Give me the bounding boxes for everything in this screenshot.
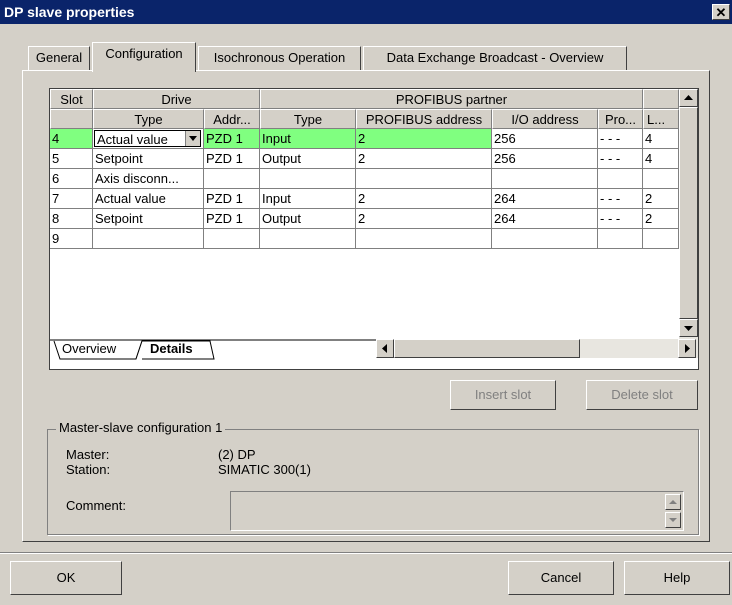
- comment-scroll-up-icon[interactable]: [665, 494, 681, 510]
- cell-profibus[interactable]: 2: [356, 189, 492, 209]
- cell-io[interactable]: [492, 169, 598, 189]
- sheet-tab-overview[interactable]: Overview: [62, 341, 116, 356]
- title-bar[interactable]: DP slave properties ✕: [0, 0, 732, 24]
- cell-drive-type[interactable]: Setpoint: [93, 149, 204, 169]
- cell-addr[interactable]: PZD 1: [204, 209, 260, 229]
- col-io-address[interactable]: I/O address: [492, 109, 598, 129]
- cell-addr[interactable]: PZD 1: [204, 149, 260, 169]
- cell-length[interactable]: 4: [643, 149, 679, 169]
- cancel-button[interactable]: Cancel: [508, 561, 614, 595]
- cell-length[interactable]: [643, 229, 679, 249]
- cell-length[interactable]: [643, 169, 679, 189]
- header-profibus-partner: PROFIBUS partner: [260, 89, 643, 109]
- window-title: DP slave properties: [4, 4, 135, 20]
- cell-type[interactable]: Output: [260, 149, 356, 169]
- cell-type[interactable]: [260, 169, 356, 189]
- scroll-down-icon[interactable]: [679, 319, 698, 337]
- cell-drive-type[interactable]: Axis disconn...: [93, 169, 204, 189]
- scroll-up-icon[interactable]: [679, 89, 698, 107]
- chevron-down-icon[interactable]: [185, 131, 200, 146]
- cell-profibus[interactable]: [356, 169, 492, 189]
- master-label: Master:: [66, 447, 110, 462]
- cell-slot[interactable]: 5: [50, 149, 93, 169]
- cell-profibus[interactable]: 2: [356, 129, 492, 149]
- sheet-tab-details[interactable]: Details: [150, 341, 193, 356]
- cell-pro[interactable]: - - -: [598, 189, 643, 209]
- cell-pro[interactable]: - - -: [598, 149, 643, 169]
- header-slot-blank: [50, 109, 93, 129]
- header-slot: Slot: [50, 89, 93, 109]
- header-drive: Drive: [93, 89, 260, 109]
- dropdown-value: Actual value: [97, 132, 168, 147]
- delete-slot-button[interactable]: Delete slot: [586, 380, 698, 410]
- cell-addr[interactable]: [204, 229, 260, 249]
- cell-slot[interactable]: 8: [50, 209, 93, 229]
- cell-drive-type[interactable]: Actual value: [93, 189, 204, 209]
- ok-button[interactable]: OK: [10, 561, 122, 595]
- vertical-scroll-thumb[interactable]: [679, 107, 698, 319]
- tab-data-exchange-broadcast[interactable]: Data Exchange Broadcast - Overview: [363, 46, 627, 70]
- master-value: (2) DP: [218, 447, 256, 462]
- cell-profibus[interactable]: 2: [356, 209, 492, 229]
- cell-addr[interactable]: PZD 1: [204, 189, 260, 209]
- vertical-scrollbar[interactable]: [679, 89, 698, 351]
- col-type[interactable]: Type: [260, 109, 356, 129]
- tab-configuration[interactable]: Configuration: [92, 42, 196, 72]
- cell-pro[interactable]: [598, 169, 643, 189]
- comment-label: Comment:: [66, 498, 126, 513]
- cell-type[interactable]: [260, 229, 356, 249]
- close-icon[interactable]: ✕: [712, 4, 730, 20]
- cell-length[interactable]: 2: [643, 189, 679, 209]
- footer-separator: [0, 552, 732, 554]
- col-addr[interactable]: Addr...: [204, 109, 260, 129]
- tab-general[interactable]: General: [28, 46, 90, 70]
- scroll-right-icon[interactable]: [678, 339, 696, 358]
- cell-type[interactable]: Input: [260, 189, 356, 209]
- insert-slot-button[interactable]: Insert slot: [450, 380, 556, 410]
- comment-scroll-down-icon[interactable]: [665, 512, 681, 528]
- cell-addr[interactable]: PZD 1: [204, 129, 260, 149]
- comment-field[interactable]: [230, 491, 684, 531]
- cell-io[interactable]: [492, 229, 598, 249]
- station-label: Station:: [66, 462, 111, 477]
- col-length[interactable]: L...: [643, 109, 679, 129]
- sheet-tab-strip: Overview Details: [50, 339, 698, 369]
- cell-slot[interactable]: 6: [50, 169, 93, 189]
- cell-type[interactable]: Output: [260, 209, 356, 229]
- cell-pro[interactable]: - - -: [598, 209, 643, 229]
- cell-io[interactable]: 256: [492, 149, 598, 169]
- cell-drive-type[interactable]: [93, 229, 204, 249]
- col-pro[interactable]: Pro...: [598, 109, 643, 129]
- cell-pro[interactable]: - - -: [598, 129, 643, 149]
- group-title: Master-slave configuration 1: [56, 420, 226, 435]
- cell-profibus[interactable]: 2: [356, 149, 492, 169]
- cell-length[interactable]: 2: [643, 209, 679, 229]
- drive-type-dropdown[interactable]: Actual value: [93, 129, 204, 149]
- cell-slot[interactable]: 7: [50, 189, 93, 209]
- col-drive-type[interactable]: Type: [93, 109, 204, 129]
- cell-io[interactable]: 264: [492, 209, 598, 229]
- cell-addr[interactable]: [204, 169, 260, 189]
- cell-slot[interactable]: 4: [50, 129, 93, 149]
- tab-isochronous-operation[interactable]: Isochronous Operation: [198, 46, 361, 70]
- cell-io[interactable]: 264: [492, 189, 598, 209]
- station-value: SIMATIC 300(1): [218, 462, 311, 477]
- cell-slot[interactable]: 9: [50, 229, 93, 249]
- cell-profibus[interactable]: [356, 229, 492, 249]
- header-extra: [643, 89, 679, 109]
- cell-drive-type[interactable]: Setpoint: [93, 209, 204, 229]
- cell-io[interactable]: 256: [492, 129, 598, 149]
- help-button[interactable]: Help: [624, 561, 730, 595]
- horizontal-scrollbar[interactable]: [376, 339, 698, 358]
- col-profibus-address[interactable]: PROFIBUS address: [356, 109, 492, 129]
- cell-pro[interactable]: [598, 229, 643, 249]
- cell-type[interactable]: Input: [260, 129, 356, 149]
- scroll-left-icon[interactable]: [376, 339, 394, 358]
- slot-table[interactable]: Slot Drive PROFIBUS partner Type Addr...…: [49, 88, 699, 370]
- cell-length[interactable]: 4: [643, 129, 679, 149]
- horizontal-scroll-thumb[interactable]: [394, 339, 580, 358]
